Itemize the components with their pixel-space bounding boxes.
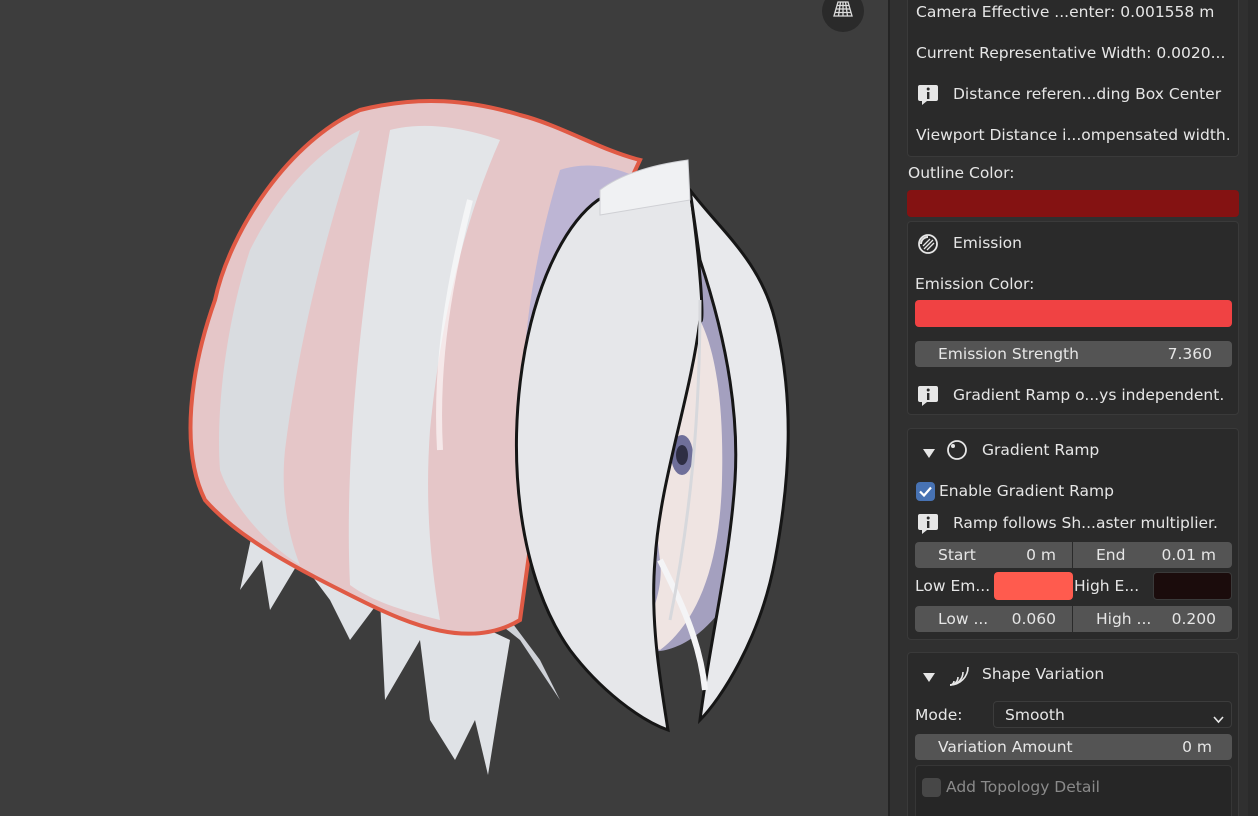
ramp-info-text: Ramp follows Sh...aster multiplier. [953, 514, 1218, 532]
ramp-end-value: 0.01 m [1161, 546, 1216, 564]
ramp-end-field[interactable]: End 0.01 m [1073, 542, 1232, 568]
ramp-high-value: 0.200 [1171, 610, 1216, 628]
emission-strength-label: Emission Strength [938, 345, 1079, 363]
shape-variation-panel: Shape Variation Mode: Smooth Variation A… [907, 652, 1239, 816]
add-topology-detail-checkbox[interactable] [922, 778, 941, 797]
info-icon [917, 384, 939, 406]
add-topology-detail-label[interactable]: Add Topology Detail [946, 778, 1100, 796]
info-icon [917, 83, 939, 105]
panel-scroll-edge[interactable] [1248, 0, 1258, 816]
ramp-start-label: Start [938, 546, 976, 564]
properties-panel: Camera Effective ...enter: 0.001558 m Cu… [890, 0, 1258, 816]
info-row-distance-reference: Distance referen...ding Box Center [953, 85, 1222, 103]
ramp-icon [946, 439, 968, 465]
info-icon [917, 512, 939, 534]
emission-panel: Emission Emission Color: Emission Streng… [907, 221, 1239, 415]
mode-dropdown-value: Smooth [1005, 706, 1065, 724]
shape-variation-title: Shape Variation [982, 665, 1105, 683]
chevron-down-icon[interactable] [922, 445, 936, 463]
variation-amount-value: 0 m [1182, 738, 1212, 756]
emission-title: Emission [953, 234, 1022, 252]
mode-label: Mode: [915, 706, 963, 724]
outline-color-label: Outline Color: [908, 164, 1015, 182]
gradient-ramp-title: Gradient Ramp [982, 441, 1100, 459]
info-row-viewport-distance: Viewport Distance i...ompensated width. [916, 126, 1231, 144]
ramp-start-field[interactable]: Start 0 m [915, 542, 1072, 568]
low-emission-color-swatch[interactable] [994, 572, 1073, 600]
wave-icon [946, 663, 970, 691]
3d-viewport[interactable] [0, 0, 890, 816]
enable-gradient-ramp-checkbox[interactable] [916, 482, 935, 501]
emission-info-text: Gradient Ramp o...ys independent. [953, 386, 1225, 404]
ramp-high-field[interactable]: High ... 0.200 [1073, 606, 1232, 632]
gradient-ramp-panel: Gradient Ramp Enable Gradient Ramp Ramp … [907, 428, 1239, 640]
variation-amount-label: Variation Amount [938, 738, 1073, 756]
ramp-low-field[interactable]: Low ... 0.060 [915, 606, 1072, 632]
info-box: Camera Effective ...enter: 0.001558 m Cu… [907, 0, 1239, 157]
emission-icon [917, 233, 939, 259]
ramp-end-label: End [1096, 546, 1126, 564]
emission-strength-value: 7.360 [1167, 345, 1212, 363]
chevron-down-icon [1213, 710, 1224, 728]
high-emission-color-swatch[interactable] [1153, 572, 1232, 600]
ramp-low-value: 0.060 [1011, 610, 1056, 628]
emission-color-swatch[interactable] [915, 300, 1232, 327]
info-row-representative-width: Current Representative Width: 0.0020... [916, 44, 1226, 62]
ramp-low-label: Low ... [938, 610, 989, 628]
ramp-high-label: High ... [1096, 610, 1152, 628]
variation-amount-field[interactable]: Variation Amount 0 m [915, 734, 1232, 760]
grid-perspective-icon [832, 0, 854, 24]
info-row-camera-effective: Camera Effective ...enter: 0.001558 m [916, 3, 1215, 21]
emission-color-label: Emission Color: [915, 275, 1035, 293]
low-emission-color-label: Low Em... [915, 577, 991, 595]
outline-color-swatch[interactable] [907, 190, 1239, 217]
hair-model-render [188, 98, 790, 775]
mode-dropdown[interactable]: Smooth [993, 701, 1232, 728]
chevron-down-icon[interactable] [922, 669, 936, 687]
emission-strength-field[interactable]: Emission Strength 7.360 [915, 341, 1232, 367]
topology-subpanel: Add Topology Detail [915, 765, 1232, 816]
high-emission-color-label: High E... [1074, 577, 1140, 595]
ramp-start-value: 0 m [1026, 546, 1056, 564]
enable-gradient-ramp-label[interactable]: Enable Gradient Ramp [939, 482, 1114, 500]
